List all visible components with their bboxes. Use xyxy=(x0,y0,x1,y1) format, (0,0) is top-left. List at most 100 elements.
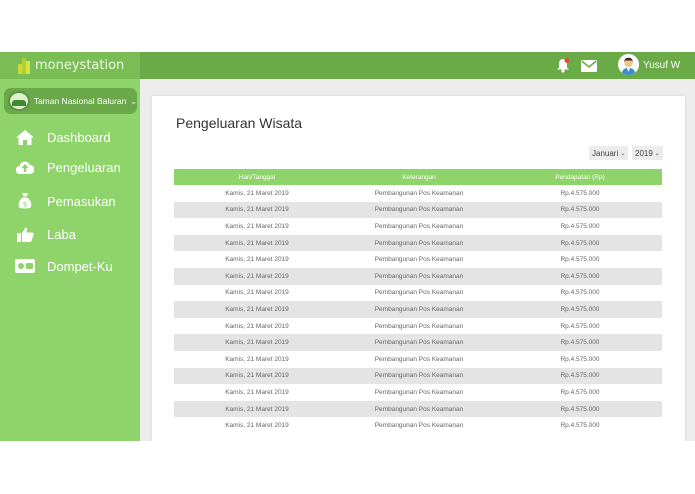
sidebar-item-pemasukan[interactable]: $ Pemasukan xyxy=(15,193,116,209)
cell-date: Kamis, 21 Maret 2019 xyxy=(225,239,289,247)
cell-description: Pembangunan Pos Keamanan xyxy=(374,256,464,264)
table-row[interactable]: Kamis, 21 Maret 2019 Pembangunan Pos Keam… xyxy=(174,417,662,434)
cell-date: Kamis, 21 Maret 2019 xyxy=(225,339,289,347)
table-row[interactable]: Kamis, 21 Maret 2019 Pembangunan Pos Keam… xyxy=(174,218,662,235)
sidebar: moneystation Taman Nasional Baluran ⌄ Da… xyxy=(0,52,140,441)
table-row[interactable]: Kamis, 21 Maret 2019 Pembangunan Pos Keam… xyxy=(174,400,662,418)
sidebar-item-dompet-ku[interactable]: Dompet-Ku xyxy=(15,258,113,274)
table-row[interactable]: Kamis, 21 Maret 2019 Pembangunan Pos Keam… xyxy=(174,234,662,252)
sidebar-item-label: Pemasukan xyxy=(47,193,116,209)
cell-amount: Rp.4.575.000 xyxy=(560,289,600,297)
table-row[interactable]: Kamis, 21 Maret 2019 Pembangunan Pos Keam… xyxy=(174,301,662,318)
cell-amount: Rp.4.575.000 xyxy=(560,272,600,280)
sidebar-item-pengeluaran[interactable]: Pengeluaran xyxy=(15,159,121,175)
year-select[interactable]: 2019 ⌄ xyxy=(632,146,663,160)
table-row[interactable]: Kamis, 21 Maret 2019 Pembangunan Pos Keam… xyxy=(174,334,662,351)
table-row[interactable]: Kamis, 21 Maret 2019 Pembangunan Pos Keam… xyxy=(174,285,662,302)
wallet-icon xyxy=(15,258,35,274)
brand-logo[interactable]: moneystation xyxy=(0,52,140,79)
cell-date: Kamis, 21 Maret 2019 xyxy=(225,322,289,330)
cell-description: Pembangunan Pos Keamanan xyxy=(374,239,464,247)
sidebar-item-label: Dompet-Ku xyxy=(47,258,113,274)
sidebar-item-laba[interactable]: Laba xyxy=(15,226,76,242)
expense-table: Hari/Tanggal Keterangan Pendapatan (Rp) … xyxy=(174,169,662,434)
cell-amount: Rp.4.575.000 xyxy=(560,405,600,413)
bell-icon[interactable] xyxy=(556,58,570,78)
column-header-date[interactable]: Hari/Tanggal xyxy=(174,169,340,185)
sidebar-item-label: Dashboard xyxy=(47,129,111,145)
cell-description: Pembangunan Pos Keamanan xyxy=(374,305,464,313)
park-logo-icon xyxy=(8,91,30,111)
cell-date: Kamis, 21 Maret 2019 xyxy=(225,256,289,264)
sidebar-item-dashboard[interactable]: Dashboard xyxy=(15,129,111,145)
content-card: Pengeluaran Wisata Januari ⌄ 2019 ⌄ Hari… xyxy=(152,96,685,441)
cell-amount: Rp.4.575.000 xyxy=(560,222,600,230)
cell-amount: Rp.4.575.000 xyxy=(560,305,600,313)
user-name[interactable]: Yusuf W xyxy=(643,60,680,71)
park-selector[interactable]: Taman Nasional Baluran ⌄ xyxy=(4,88,137,114)
chevron-down-icon: ⌄ xyxy=(620,150,626,157)
cell-amount: Rp.4.575.000 xyxy=(560,355,600,363)
cell-description: Pembangunan Pos Keamanan xyxy=(374,388,464,396)
chevron-down-icon: ⌄ xyxy=(654,150,660,157)
table-row[interactable]: Kamis, 21 Maret 2019 Pembangunan Pos Keam… xyxy=(174,251,662,268)
year-select-value: 2019 xyxy=(635,148,653,158)
month-select-value: Januari xyxy=(592,148,619,158)
table-row[interactable]: Kamis, 21 Maret 2019 Pembangunan Pos Keam… xyxy=(174,367,662,385)
cell-date: Kamis, 21 Maret 2019 xyxy=(225,189,289,197)
table-row[interactable]: Kamis, 21 Maret 2019 Pembangunan Pos Keam… xyxy=(174,185,662,202)
cell-date: Kamis, 21 Maret 2019 xyxy=(225,388,289,396)
chevron-down-icon: ⌄ xyxy=(130,96,137,106)
cell-amount: Rp.4.575.000 xyxy=(560,189,600,197)
sidebar-item-label: Laba xyxy=(47,226,76,242)
cell-date: Kamis, 21 Maret 2019 xyxy=(225,289,289,297)
cell-date: Kamis, 21 Maret 2019 xyxy=(225,422,289,430)
cell-date: Kamis, 21 Maret 2019 xyxy=(225,355,289,363)
cell-description: Pembangunan Pos Keamanan xyxy=(374,189,464,197)
logo-icon xyxy=(18,57,30,74)
cell-amount: Rp.4.575.000 xyxy=(560,322,600,330)
cell-description: Pembangunan Pos Keamanan xyxy=(374,422,464,430)
table-row[interactable]: Kamis, 21 Maret 2019 Pembangunan Pos Keam… xyxy=(174,267,662,285)
table-row[interactable]: Kamis, 21 Maret 2019 Pembangunan Pos Keam… xyxy=(174,318,662,335)
cell-date: Kamis, 21 Maret 2019 xyxy=(225,206,289,214)
table-row[interactable]: Kamis, 21 Maret 2019 Pembangunan Pos Keam… xyxy=(174,351,662,368)
park-name: Taman Nasional Baluran xyxy=(33,96,127,106)
table-row[interactable]: Kamis, 21 Maret 2019 Pembangunan Pos Keam… xyxy=(174,384,662,401)
cloud-upload-icon xyxy=(15,159,35,175)
cell-date: Kamis, 21 Maret 2019 xyxy=(225,305,289,313)
money-bag-icon: $ xyxy=(15,193,35,209)
main-content: Pengeluaran Wisata Januari ⌄ 2019 ⌄ Hari… xyxy=(140,79,695,441)
cell-amount: Rp.4.575.000 xyxy=(560,388,600,396)
cell-date: Kamis, 21 Maret 2019 xyxy=(225,272,289,280)
page-title: Pengeluaran Wisata xyxy=(176,115,303,131)
svg-text:$: $ xyxy=(23,201,27,209)
cell-description: Pembangunan Pos Keamanan xyxy=(374,289,464,297)
cell-date: Kamis, 21 Maret 2019 xyxy=(225,372,289,380)
cell-date: Kamis, 21 Maret 2019 xyxy=(225,405,289,413)
cell-amount: Rp.4.575.000 xyxy=(560,256,600,264)
envelope-icon[interactable] xyxy=(581,59,597,77)
cell-description: Pembangunan Pos Keamanan xyxy=(374,272,464,280)
cell-description: Pembangunan Pos Keamanan xyxy=(374,372,464,380)
cell-amount: Rp.4.575.000 xyxy=(560,206,600,214)
month-select[interactable]: Januari ⌄ xyxy=(589,146,629,160)
top-bar: Yusuf W xyxy=(140,52,695,79)
cell-amount: Rp.4.575.000 xyxy=(560,239,600,247)
avatar[interactable] xyxy=(618,54,639,75)
app-window: moneystation Taman Nasional Baluran ⌄ Da… xyxy=(0,52,695,441)
table-body: Kamis, 21 Maret 2019 Pembangunan Pos Keam… xyxy=(174,185,662,434)
cell-description: Pembangunan Pos Keamanan xyxy=(374,222,464,230)
cell-description: Pembangunan Pos Keamanan xyxy=(374,355,464,363)
cell-amount: Rp.4.575.000 xyxy=(560,422,600,430)
cell-description: Pembangunan Pos Keamanan xyxy=(374,206,464,214)
brand-name: moneystation xyxy=(35,58,125,73)
table-header: Hari/Tanggal Keterangan Pendapatan (Rp) xyxy=(174,169,662,185)
cell-amount: Rp.4.575.000 xyxy=(560,372,600,380)
column-header-description[interactable]: Keterangan xyxy=(340,169,498,185)
home-icon xyxy=(15,129,35,145)
thumbs-up-icon xyxy=(15,226,35,242)
cell-date: Kamis, 21 Maret 2019 xyxy=(225,222,289,230)
table-row[interactable]: Kamis, 21 Maret 2019 Pembangunan Pos Keam… xyxy=(174,201,662,219)
column-header-amount[interactable]: Pendapatan (Rp) xyxy=(498,169,662,185)
